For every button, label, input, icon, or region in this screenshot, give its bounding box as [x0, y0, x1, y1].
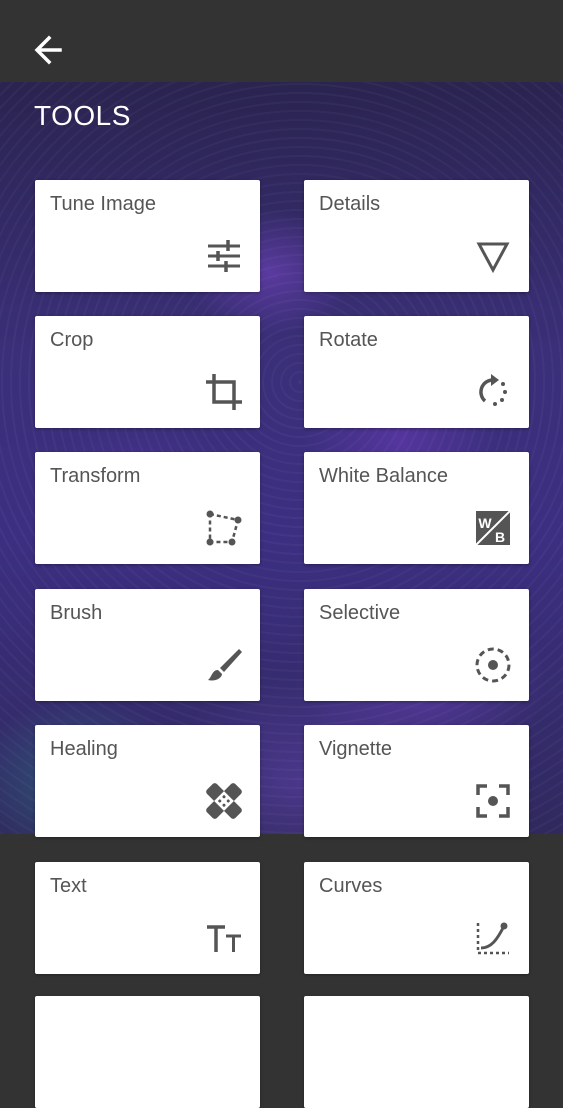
tool-label: White Balance [319, 465, 448, 487]
top-app-bar [0, 0, 563, 82]
svg-text:B: B [495, 529, 505, 545]
rotate-icon [473, 372, 513, 412]
tool-label: Vignette [319, 738, 393, 760]
back-button[interactable] [30, 30, 70, 70]
healing-icon [204, 781, 244, 821]
brush-icon [204, 645, 244, 685]
tool-crop[interactable]: Crop [35, 316, 260, 428]
tool-card-partial[interactable] [35, 996, 260, 1108]
tool-label: Selective [319, 602, 401, 624]
arrow-left-icon [34, 35, 62, 65]
text-icon [204, 918, 244, 958]
page-title: TOOLS [34, 100, 131, 131]
svg-text:W: W [478, 515, 492, 531]
transform-icon [204, 508, 244, 548]
tool-tune-image[interactable]: Tune Image [35, 180, 260, 292]
tool-curves[interactable]: Curves [304, 862, 529, 974]
tool-rotate[interactable]: Rotate [304, 316, 529, 428]
tool-transform[interactable]: Transform [35, 452, 260, 564]
tool-selective[interactable]: Selective [304, 589, 529, 701]
tool-label: Healing [50, 738, 118, 760]
tool-label: Crop [50, 329, 94, 351]
vignette-icon [473, 781, 513, 821]
sliders-icon [204, 236, 244, 276]
tool-label: Brush [50, 602, 103, 624]
crop-icon [204, 372, 244, 412]
tool-vignette[interactable]: Vignette [304, 725, 529, 837]
tool-healing[interactable]: Healing [35, 725, 260, 837]
tool-label: Curves [319, 875, 383, 897]
tool-label: Tune Image [50, 193, 156, 215]
tool-white-balance[interactable]: White Balance W B [304, 452, 529, 564]
tool-label: Text [50, 875, 87, 897]
curves-icon [473, 918, 513, 958]
white-balance-icon: W B [473, 508, 513, 548]
tool-text[interactable]: Text [35, 862, 260, 974]
tool-label: Rotate [319, 329, 378, 351]
tool-details[interactable]: Details [304, 180, 529, 292]
triangle-down-icon [473, 236, 513, 276]
tool-card-partial[interactable] [304, 996, 529, 1108]
tool-label: Transform [50, 465, 141, 487]
tool-label: Details [319, 193, 381, 215]
selective-icon [473, 645, 513, 685]
tool-brush[interactable]: Brush [35, 589, 260, 701]
